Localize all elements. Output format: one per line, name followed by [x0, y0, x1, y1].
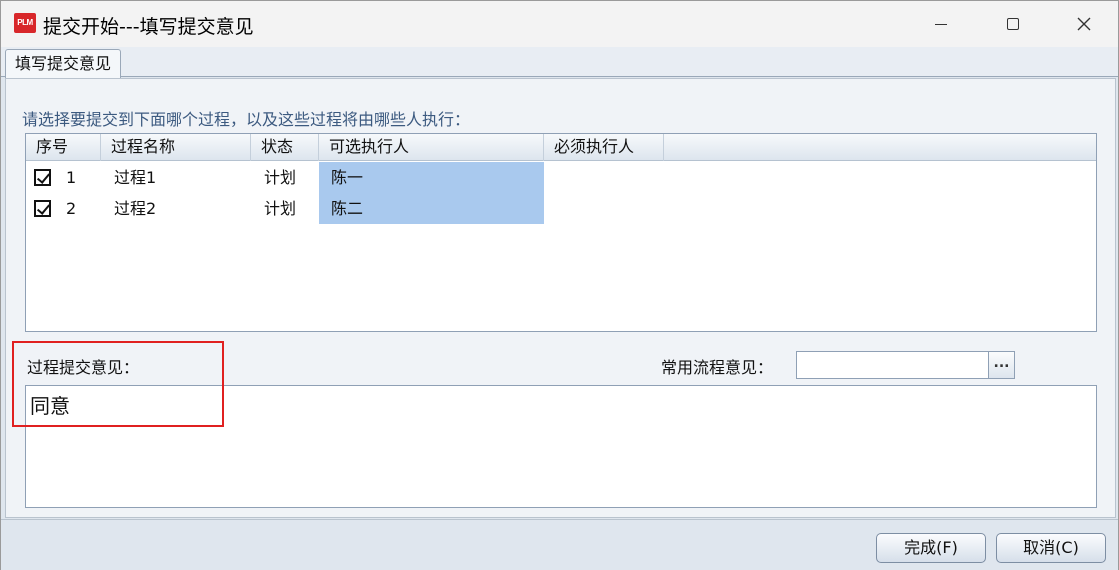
row-optional-exec[interactable]: 陈二	[319, 193, 544, 224]
plm-app-icon: PLM	[14, 13, 36, 33]
column-header-optional-exec[interactable]: 可选执行人	[319, 134, 544, 161]
row-status: 计划	[264, 168, 297, 187]
highlight-annotation	[12, 341, 224, 427]
table-row[interactable]: 1 过程1 计划 陈一	[26, 162, 1096, 193]
close-icon	[1077, 17, 1091, 31]
column-header-process-name[interactable]: 过程名称	[101, 134, 251, 161]
row-checkbox[interactable]	[34, 169, 51, 186]
minimize-icon	[935, 23, 947, 25]
tab-fill-opinion[interactable]: 填写提交意见	[5, 49, 122, 78]
close-button[interactable]	[1049, 1, 1119, 47]
column-header-seq[interactable]: 序号	[26, 134, 101, 161]
finish-button[interactable]: 完成(F)	[876, 533, 986, 563]
common-opinion-field[interactable]: ...	[796, 351, 1015, 379]
tab-strip: 填写提交意见	[1, 47, 1118, 78]
title-bar[interactable]: PLM 提交开始---填写提交意见	[1, 1, 1118, 47]
minimize-button[interactable]	[906, 1, 976, 47]
process-select-prompt: 请选择要提交到下面哪个过程，以及这些过程将由哪些人执行：	[22, 110, 471, 129]
row-process-name: 过程1	[114, 168, 157, 187]
window-title: 提交开始---填写提交意见	[43, 16, 254, 38]
row-seq: 1	[66, 168, 77, 187]
common-opinion-label: 常用流程意见：	[661, 358, 774, 377]
browse-button[interactable]: ...	[988, 352, 1014, 378]
maximize-icon	[1007, 18, 1019, 30]
row-process-name: 过程2	[114, 199, 157, 218]
row-optional-exec[interactable]: 陈一	[319, 162, 544, 193]
row-status: 计划	[264, 199, 297, 218]
process-table: 序号 过程名称 状态 可选执行人 必须执行人 1 过程1 计划 陈一 2 过程2…	[25, 133, 1097, 332]
cancel-button[interactable]: 取消(C)	[996, 533, 1106, 563]
column-header-required-exec[interactable]: 必须执行人	[544, 134, 664, 161]
table-header: 序号 过程名称 状态 可选执行人 必须执行人	[26, 134, 1096, 161]
table-row[interactable]: 2 过程2 计划 陈二	[26, 193, 1096, 224]
column-header-status[interactable]: 状态	[251, 134, 319, 161]
maximize-button[interactable]	[978, 1, 1048, 47]
dialog-window: PLM 提交开始---填写提交意见 填写提交意见 请选择要提交到下面哪个过程，以…	[0, 0, 1119, 570]
row-seq: 2	[66, 199, 77, 218]
row-checkbox[interactable]	[34, 200, 51, 217]
